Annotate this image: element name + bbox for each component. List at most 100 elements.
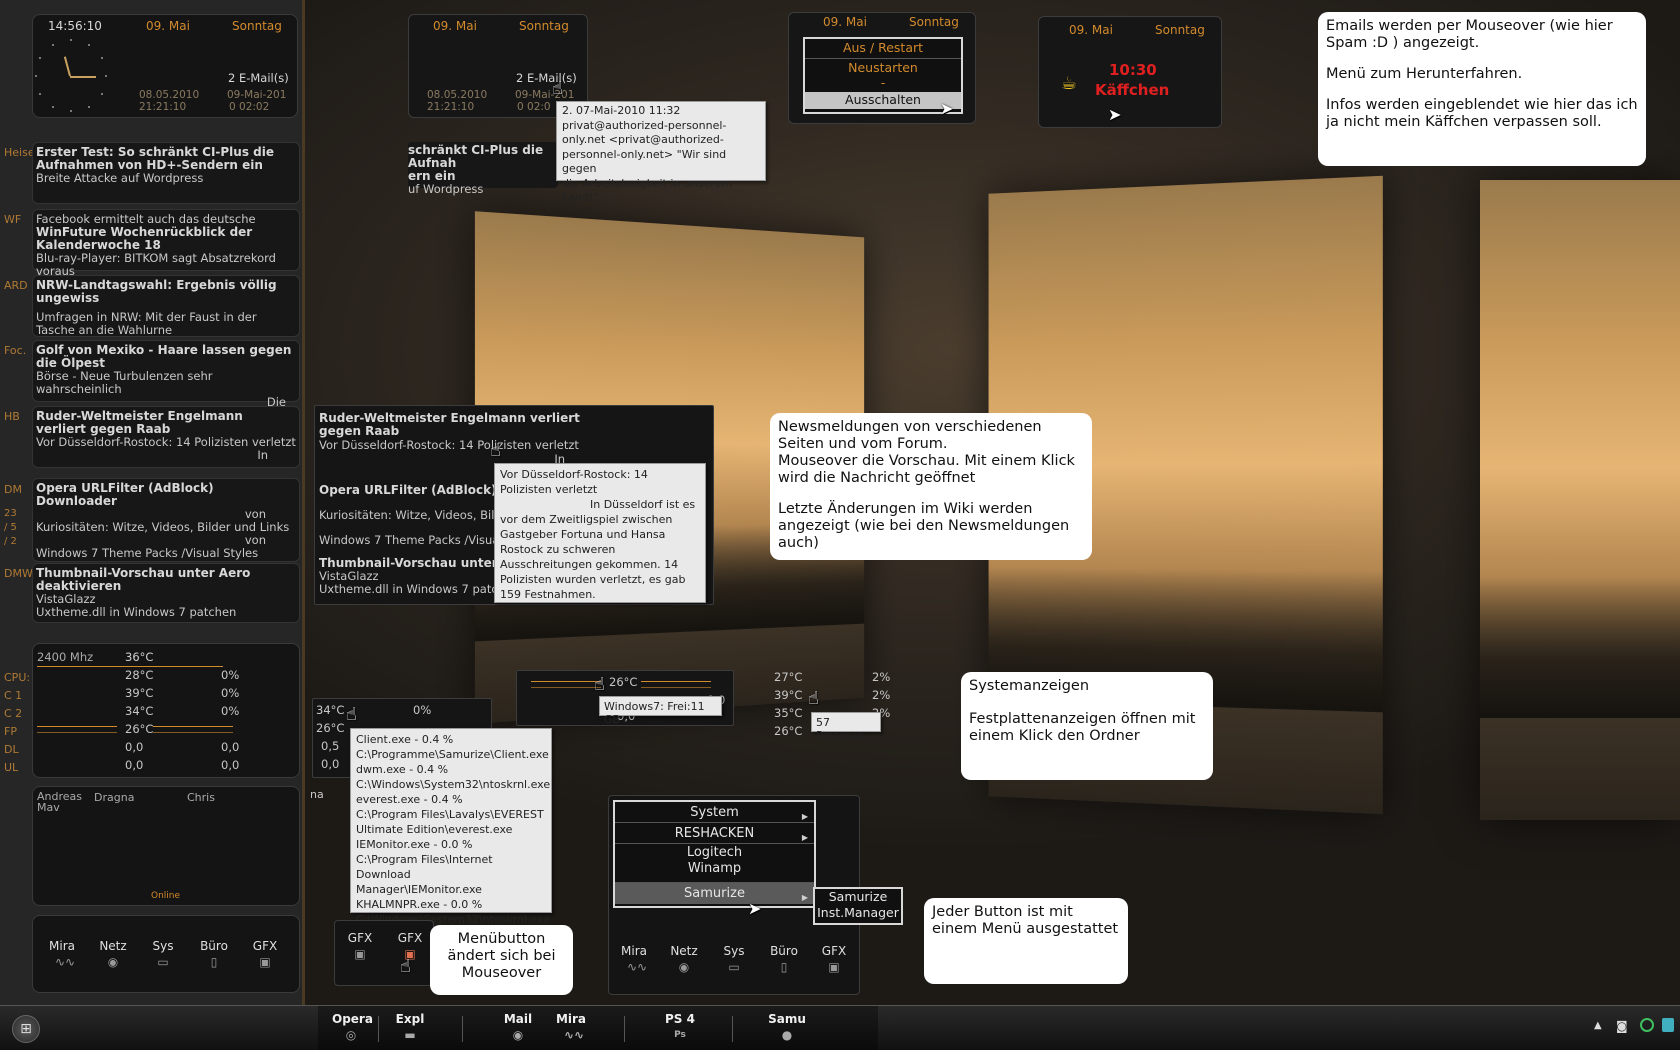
news-item-wiki[interactable]: Thumbnail-Vorschau unter Aero deaktivier…: [32, 563, 300, 623]
launcher-button-mira[interactable]: Mira ∿∿: [37, 939, 87, 968]
contact-name[interactable]: Andreas Mav: [37, 791, 83, 813]
taskbar-item-samurize[interactable]: Samu ●: [768, 1012, 806, 1041]
launcher-label: GFX: [821, 944, 847, 958]
launcher-button-buero[interactable]: Büro ▯: [759, 944, 809, 973]
email-count[interactable]: 2 E-Mail(s): [516, 71, 577, 85]
disk-temp: 26°C: [125, 722, 154, 736]
widget-weekday: Sonntag: [909, 15, 959, 29]
globe-icon: ◉: [678, 960, 690, 974]
start-button[interactable]: ⊞: [12, 1015, 40, 1043]
news-item-winfuture[interactable]: Facebook ermittelt auch das deutsche Win…: [32, 209, 300, 278]
taskbar-item-opera[interactable]: Opera ◎: [332, 1012, 373, 1041]
news-item-heise[interactable]: Erster Test: So schränkt CI-Plus die Auf…: [32, 142, 300, 204]
last-check-date: 08.05.2010: [427, 89, 488, 101]
news-headline[interactable]: WinFuture Wochenrückblick der Kalenderwo…: [36, 226, 296, 252]
news-item-forum[interactable]: Opera URLFilter (AdBlock) Downloader von…: [32, 478, 300, 573]
menu-item-system[interactable]: System ▶: [615, 802, 814, 823]
disk-temp: 26°C: [316, 721, 345, 735]
taskbar-label: Samu: [768, 1012, 806, 1026]
cpu-temp: 34°C: [316, 703, 345, 717]
launcher-button-gfx[interactable]: GFX ▣: [809, 944, 859, 973]
news-line[interactable]: Uxtheme.dll in Windows 7 patchen: [36, 606, 296, 619]
taskbar-item-explorer[interactable]: Expl ▬: [392, 1012, 428, 1041]
launcher-label: Büro: [200, 939, 228, 953]
news-line[interactable]: Uxtheme.dll in Windows 7 patchen: [319, 583, 499, 596]
launcher-button-netz[interactable]: Netz ◉: [659, 944, 709, 973]
news-line[interactable]: Windows 7 Theme Packs /Visual: [319, 534, 499, 547]
news-item-focus[interactable]: Golf von Mexiko - Haare lassen gegen die…: [32, 340, 300, 409]
news-item-ard[interactable]: NRW-Landtagswahl: Ergebnis völlig ungewi…: [32, 275, 300, 337]
contact-name[interactable]: Chris: [187, 791, 215, 804]
core-temp: 35°C: [774, 706, 803, 720]
news-line[interactable]: Vor Düsseldorf-Rostock: 14 Polizisten ve…: [319, 438, 599, 452]
monitor-icon: ▭: [157, 955, 169, 969]
taskbar-item-mail[interactable]: Mail ◉: [500, 1012, 536, 1041]
launcher-button-netz[interactable]: Netz ◉: [88, 939, 138, 968]
news-headline[interactable]: schränkt CI-Plus die Aufnah: [408, 144, 558, 170]
gfx-button-normal[interactable]: GFX ▣: [335, 931, 385, 960]
news-fragment[interactable]: schränkt CI-Plus die Aufnah ern ein uf W…: [408, 142, 558, 196]
menu-item-reshacken[interactable]: RESHACKEN ▶: [615, 823, 814, 844]
news-headline[interactable]: Thumbnail-Vorschau unter Aero: [319, 557, 499, 570]
news-item-handelsblatt[interactable]: Ruder-Weltmeister Engelmann verliert geg…: [32, 406, 300, 468]
hand-cursor-icon: ☝: [594, 674, 605, 695]
news-tooltip: Vor Düsseldorf-Rostock: 14 Polizisten ve…: [494, 463, 706, 603]
news-headline[interactable]: Opera URLFilter (AdBlock) Downloader: [36, 482, 296, 508]
submenu-item-inst-manager[interactable]: Inst.Manager: [815, 905, 901, 921]
news-line[interactable]: uf Wordpress: [408, 183, 558, 196]
arrow-cursor-icon: ➤: [1108, 105, 1122, 124]
sys-label-ul: UL: [4, 761, 19, 774]
news-headline[interactable]: Ruder-Weltmeister Engelmann verliert geg…: [319, 412, 599, 438]
download-rate: 0,5: [321, 739, 340, 753]
launcher-panel: Mira ∿∿ Netz ◉ Sys ▭ Büro ▯ GFX ▣: [32, 915, 300, 993]
last-check-time: 21:21:10: [427, 101, 475, 113]
news-line[interactable]: Börse - Neue Turbulenzen sehr wahrschein…: [36, 370, 296, 396]
menu-item-samurize[interactable]: Samurize ▶: [615, 883, 814, 904]
shutdown-button[interactable]: Ausschalten: [805, 92, 961, 109]
menu-item-logitech[interactable]: Logitech: [615, 844, 814, 861]
next-check-date: 09-Mai-201: [515, 89, 575, 101]
sys-label-c1: C 1: [4, 689, 23, 702]
news-headline[interactable]: Golf von Mexiko - Haare lassen gegen die…: [36, 344, 296, 370]
news-headline[interactable]: Thumbnail-Vorschau unter Aero deaktivier…: [36, 567, 296, 593]
news-line[interactable]: Breite Attacke auf Wordpress: [36, 172, 296, 185]
news-source-label: DMW: [4, 567, 33, 580]
process-count-tooltip: 57 Prozesse: [811, 712, 881, 742]
tray-network-icon[interactable]: [1662, 1018, 1674, 1032]
launcher-button-mira[interactable]: Mira ∿∿: [609, 944, 659, 973]
graphics-icon: ▣: [828, 960, 840, 974]
news-line[interactable]: Umfragen in NRW: Mit der Faust in der Ta…: [36, 311, 296, 337]
taskbar-item-photoshop[interactable]: PS 4 Ps: [660, 1012, 700, 1041]
news-headline[interactable]: NRW-Landtagswahl: Ergebnis völlig ungewi…: [36, 279, 296, 305]
contact-name[interactable]: Dragna: [94, 791, 134, 804]
cpu-frequency: 2400 Mhz: [37, 650, 94, 664]
news-headline[interactable]: Erster Test: So schränkt CI-Plus die Auf…: [36, 146, 296, 172]
launcher-label: GFX: [252, 939, 278, 953]
launcher-button-sys[interactable]: Sys ▭: [709, 944, 759, 973]
tray-status-icon[interactable]: [1640, 1018, 1654, 1032]
taskbar-label: Mira: [555, 1012, 587, 1026]
email-count[interactable]: 2 E-Mail(s): [228, 71, 289, 85]
taskbar-item-mira[interactable]: Mira ∿∿: [552, 1012, 590, 1041]
news-line[interactable]: Kuriositäten: Witze, Videos, Bilder: [319, 509, 499, 522]
tray-app-icon[interactable]: ◙: [1616, 1019, 1628, 1033]
launcher-label: Büro: [770, 944, 798, 958]
widget-date: 09. Mai: [1069, 23, 1113, 37]
news-line[interactable]: VistaGlazz: [319, 570, 499, 583]
hand-cursor-icon: ☝: [346, 704, 357, 725]
news-source-label: DM: [4, 483, 22, 496]
core-load: 2%: [872, 688, 891, 702]
submenu-item-samurize[interactable]: Samurize: [815, 889, 901, 905]
launcher-button-sys[interactable]: Sys ▭: [138, 939, 188, 968]
launcher-button-gfx[interactable]: GFX ▣: [240, 939, 290, 968]
launcher-button-buero[interactable]: Büro ▯: [189, 939, 239, 968]
news-line[interactable]: Windows 7 Theme Packs /Visual Styles: [36, 547, 296, 560]
news-headline[interactable]: Ruder-Weltmeister Engelmann verliert geg…: [36, 410, 296, 436]
menu-item-winamp[interactable]: Winamp: [615, 861, 814, 883]
tray-expand-icon[interactable]: ▲: [1594, 1020, 1602, 1031]
reminder-text: Käffchen: [1095, 81, 1170, 99]
news-line[interactable]: In: [36, 449, 296, 462]
widget-weekday: Sonntag: [1155, 23, 1205, 37]
news-headline[interactable]: Opera URLFilter (AdBlock) Dow: [319, 484, 499, 497]
callout-emails: Emails werden per Mouseover (wie hier Sp…: [1318, 12, 1646, 166]
